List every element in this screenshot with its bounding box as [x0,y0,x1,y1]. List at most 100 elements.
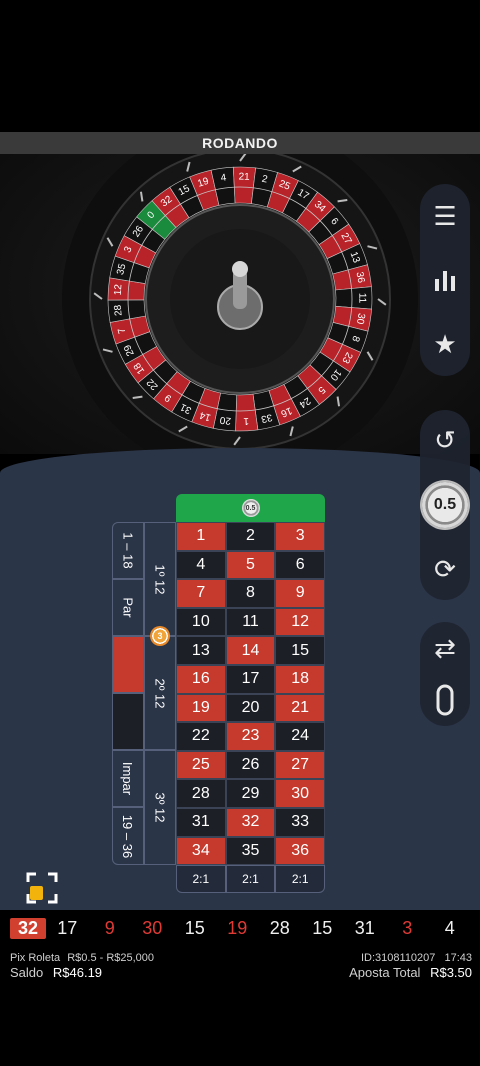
chip-value: 0.5 [433,495,457,513]
number-cell[interactable]: 17 [225,664,276,694]
number-cell[interactable]: 13 [176,636,226,665]
history-result: 32 [10,917,46,939]
repeat-icon[interactable]: ⟳ [425,549,465,589]
high-bet[interactable]: 19 – 36 [112,807,144,865]
number-cell[interactable]: 12 [275,607,325,637]
number-cell[interactable]: 22 [176,722,226,751]
history-result: 3 [402,917,413,938]
dozen-2-bet[interactable]: 2º 12 [144,636,176,750]
history-result: 4 [444,917,455,938]
history-result: 30 [142,917,163,938]
number-cell[interactable]: 3 [275,522,325,551]
odd-bet[interactable]: Impar [112,750,144,807]
column-bet-3[interactable]: 2:1 [275,865,325,893]
side-menu-pill: ☰ ★ [420,184,470,376]
number-cell[interactable]: 31 [176,807,226,837]
wheel-pocket-number: 28 [113,304,125,317]
history-result: 15 [312,917,333,938]
history-result: 28 [269,917,290,938]
status-title: RODANDO [202,135,278,151]
game-info: Pix Roleta R$0.5 - R$25,000 [10,952,154,964]
stats-icon[interactable] [425,260,465,300]
number-cell[interactable]: 6 [275,550,325,580]
fullscreen-icon[interactable] [26,872,58,904]
history-result: 15 [184,917,205,938]
number-cell[interactable]: 1 [176,522,226,551]
balance-value: R$46.19 [52,965,103,980]
number-cell[interactable]: 33 [275,807,325,837]
column-bet-2[interactable]: 2:1 [225,865,276,893]
number-cell[interactable]: 4 [176,550,226,580]
number-cell[interactable]: 25 [176,750,226,780]
number-grid: 1 2 3 4 5 6 7 8 9 10 11 12 13 14 15 16 17 18 19 20 21 22 23 24 2… [176,522,325,866]
history-result: 9 [104,917,115,938]
balance: Saldo R$46.19 [10,965,102,980]
number-cell[interactable]: 24 [275,722,325,751]
favorites-icon[interactable]: ★ [425,324,465,364]
footer: Pix Roleta R$0.5 - R$25,000 Saldo R$46.1… [0,946,480,1066]
column-bet-1[interactable]: 2:1 [176,865,226,893]
total-bet-value: R$3.50 [430,965,472,980]
history-result: 31 [354,917,375,938]
number-cell[interactable]: 18 [275,664,325,694]
number-cell[interactable]: 20 [225,693,276,723]
zero-cell[interactable]: 0.5 [176,494,325,522]
number-cell[interactable]: 26 [225,750,276,780]
menu-icon[interactable]: ☰ [425,196,465,236]
number-cell[interactable]: 5 [225,550,276,580]
dozen-1-bet[interactable]: 1º 12 [144,522,176,636]
low-bet[interactable]: 1 – 18 [112,522,144,579]
black-bet[interactable] [112,693,144,750]
number-cell[interactable]: 10 [176,607,226,637]
number-cell[interactable]: 30 [275,779,325,808]
number-cell[interactable]: 21 [275,693,325,723]
undo-icon[interactable]: ↺ [425,421,465,461]
red-bet[interactable] [112,636,144,693]
racetrack-icon[interactable] [425,680,465,720]
bet-controls-pill: ↺ 0.5 ⟳ [420,410,470,600]
chip-selector[interactable]: 0.5 [422,481,468,528]
number-cell[interactable]: 16 [176,664,226,694]
number-cell[interactable]: 8 [225,579,276,608]
number-cell[interactable]: 11 [225,607,276,637]
live-video: 0 32 15 19 4 21 2 25 17 34 6 27 13 36 11 30 8 23 10 5 24 16 33… [0,154,480,454]
number-cell[interactable]: 36 [275,836,325,866]
number-cell[interactable]: 32 [225,807,276,837]
wheel-pocket-number: 21 [238,172,250,183]
number-cell[interactable]: 35 [225,836,276,866]
number-cell[interactable]: 34 [176,836,226,866]
balance-label: Saldo [10,965,44,980]
number-cell[interactable]: 27 [275,750,325,780]
bet-limits: R$0.5 - R$25,000 [67,952,155,964]
wheel-pocket-number: 12 [113,283,125,295]
autoplay-icon[interactable]: ⇄ [425,628,465,668]
total-bet-label: Aposta Total [349,965,421,980]
number-cell[interactable]: 28 [176,779,226,808]
number-cell[interactable]: 19 [176,693,226,723]
wheel-pocket-number: 11 [356,293,367,304]
top-black-area [0,0,480,132]
game-name: Pix Roleta [10,952,61,964]
number-cell[interactable]: 2 [225,522,276,551]
dozen-bet-chip: 3 [150,626,170,646]
roulette-wheel: 0321519 4 21 2 25173462713361130823105241633… [62,154,418,454]
dozen-3-bet[interactable]: 3º 12 [144,750,176,865]
number-cell[interactable]: 7 [176,579,226,608]
number-cell[interactable]: 23 [225,722,276,751]
wheel-pocket-number: 1 [243,415,250,426]
clock-time: 17:43 [444,952,472,964]
number-cell[interactable]: 29 [225,779,276,808]
status-bar: RODANDO [0,132,480,154]
number-cell[interactable]: 14 [225,636,276,665]
total-bet: Aposta Total R$3.50 [349,965,472,980]
history-result: 19 [227,917,248,938]
column-bets: 2:1 2:1 2:1 [176,865,325,893]
zero-bet-chip: 0.5 [241,499,260,517]
history-result: 17 [57,917,78,938]
number-cell[interactable]: 9 [275,579,325,608]
round-id: ID:3108110207 [360,952,436,964]
number-cell[interactable]: 15 [275,636,325,665]
wheel-pocket-number: 30 [354,312,367,325]
even-bet[interactable]: Par [112,579,144,636]
round-info: ID:3108110207 17:43 [361,952,472,964]
